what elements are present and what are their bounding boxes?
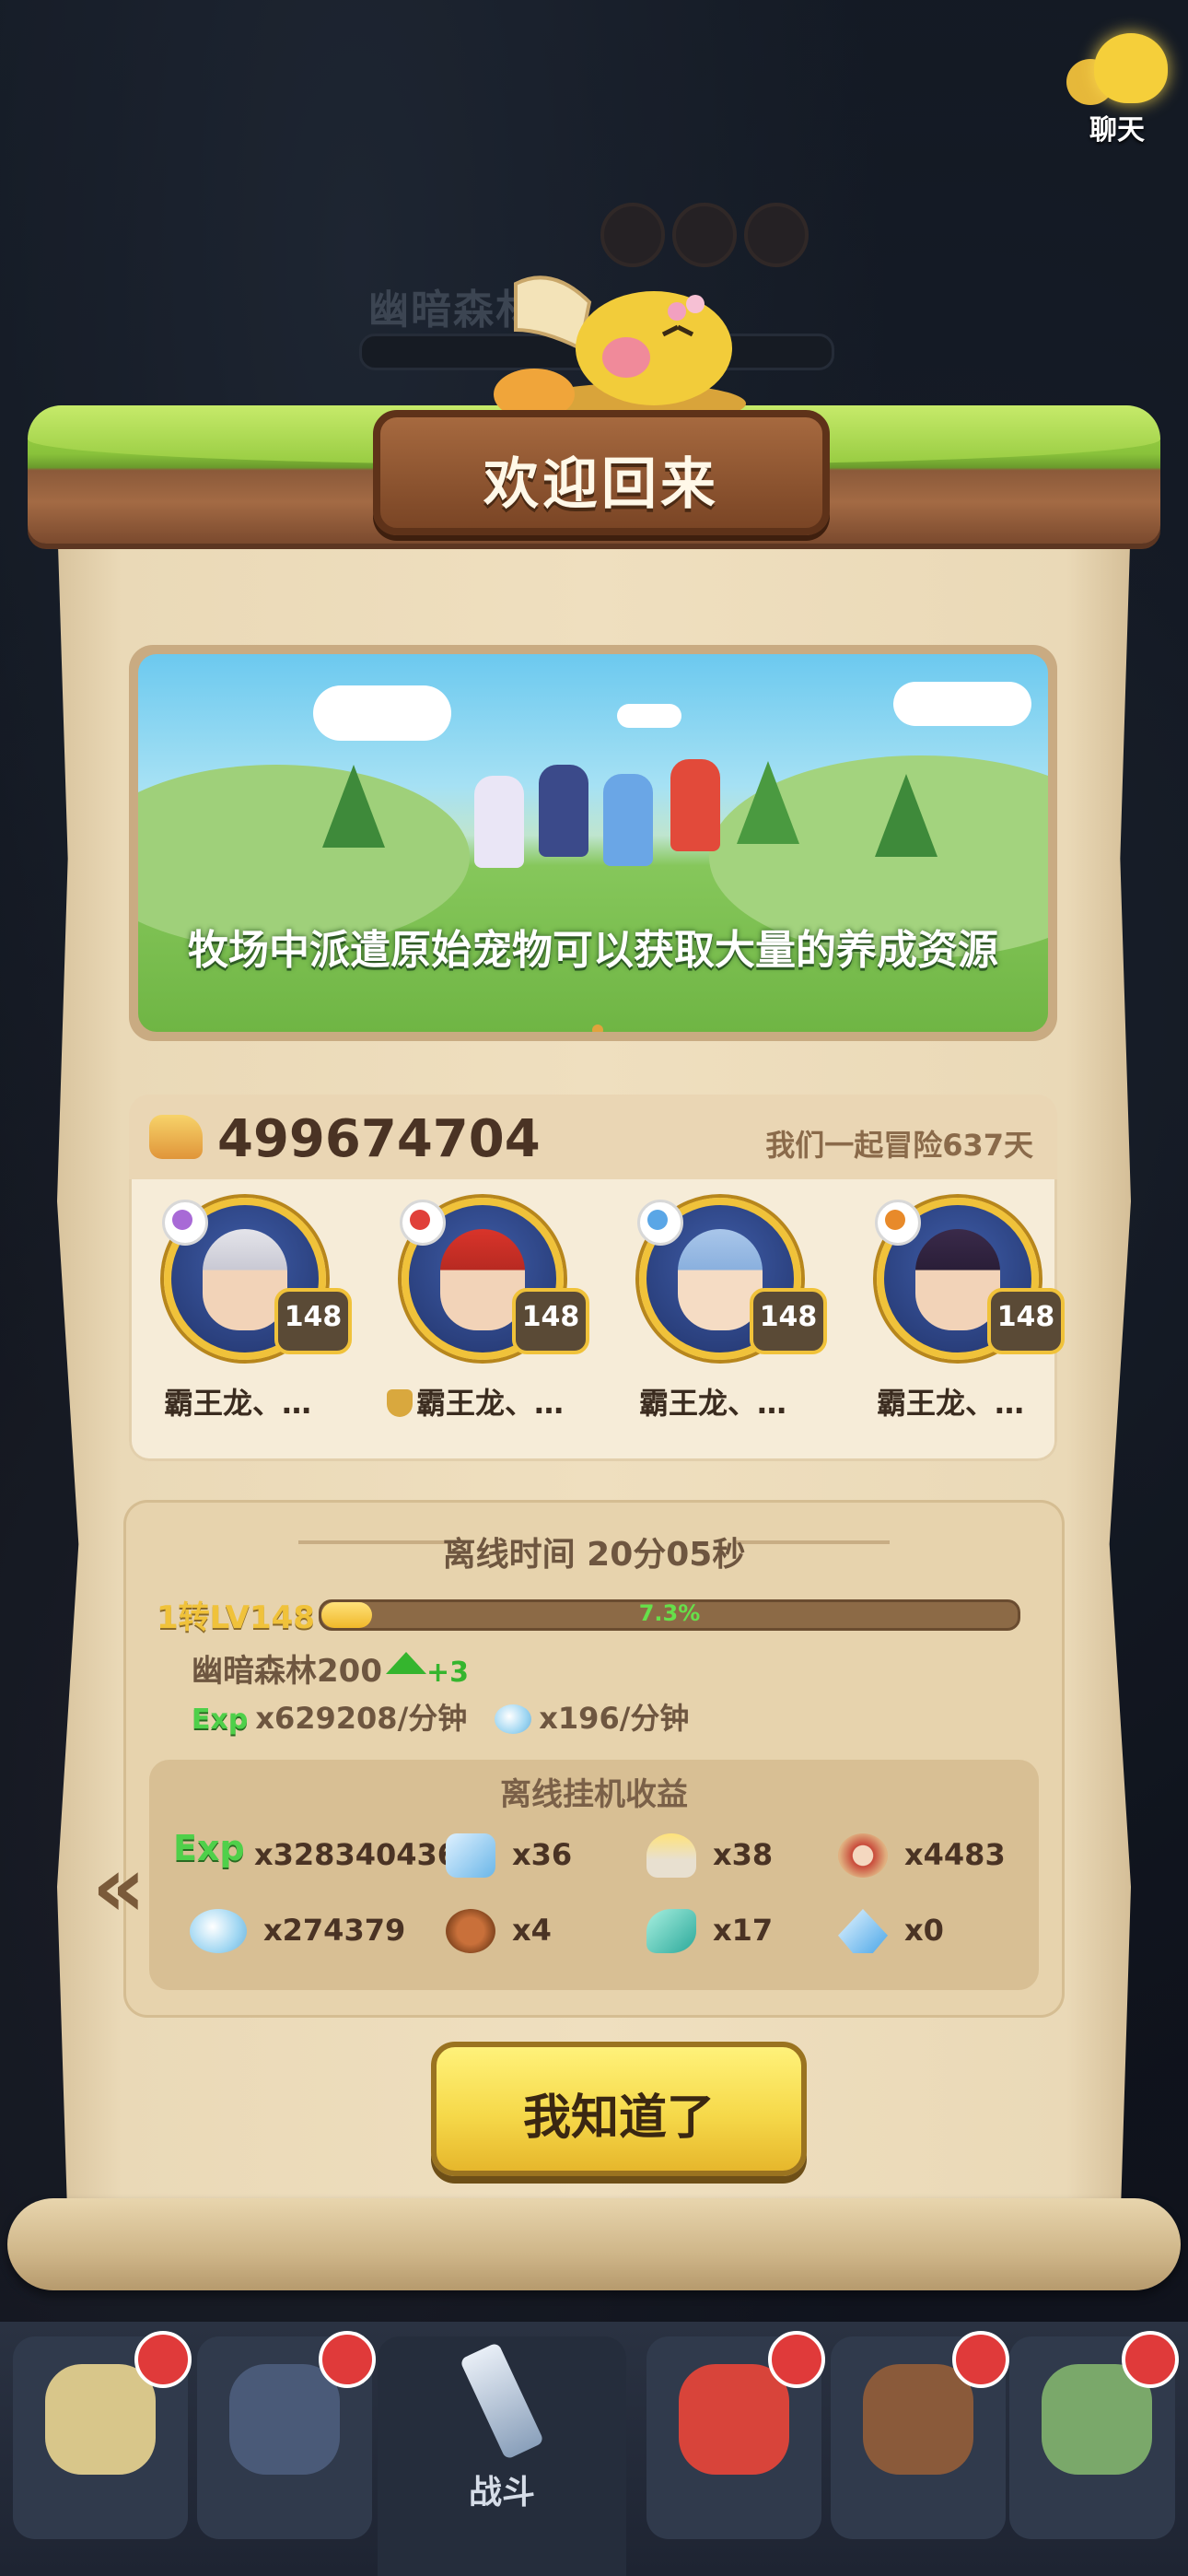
stage-line: 幽暗森林200 +3	[192, 1645, 469, 1691]
alert-bell-icon	[952, 2331, 1009, 2388]
tip-banner[interactable]: 牧场中派遣原始宠物可以获取大量的养成资源	[129, 645, 1057, 1041]
gem-icon	[190, 1909, 247, 1953]
rewards-title: 离线挂机收益	[500, 1776, 688, 1813]
bear-merchant-icon	[863, 2364, 973, 2475]
reward-amount: x0	[904, 1913, 944, 1948]
card-pack-icon	[446, 1833, 495, 1878]
hero-level-badge: 148	[274, 1288, 352, 1354]
hero-slot[interactable]: 148 霸王龙、…	[849, 1198, 1065, 1446]
offline-time: 离线时间 20分05秒	[442, 1536, 746, 1574]
reward-amount: x38	[713, 1837, 774, 1872]
chat-label: 聊天	[1089, 114, 1145, 146]
reward-amount: x4	[512, 1913, 552, 1948]
level-progress-bar: 7.3%	[319, 1599, 1020, 1631]
team-power: 499674704	[217, 1109, 541, 1169]
player-level: 1转LV148	[157, 1599, 315, 1636]
collapse-arrow-icon[interactable]: «	[92, 1839, 146, 1936]
banner-page-dot	[592, 1025, 603, 1032]
hero-name: 霸王龙、…	[163, 1386, 311, 1421]
red-creature-icon	[679, 2364, 789, 2475]
sword-icon	[459, 2341, 545, 2461]
blue-crystal-icon	[838, 1909, 888, 1953]
chat-face-icon	[1094, 33, 1168, 103]
hero-slot[interactable]: 148 霸王龙、…	[136, 1198, 352, 1446]
tip-banner-image: 牧场中派遣原始宠物可以获取大量的养成资源	[138, 654, 1048, 1032]
reward-amount: x274379	[263, 1913, 406, 1948]
alert-bell-icon	[768, 2331, 825, 2388]
hero-name: 霸王龙、…	[876, 1386, 1024, 1421]
medal-icon	[838, 1833, 888, 1878]
chat-button[interactable]: 聊天	[1057, 28, 1177, 147]
nav-item-pets[interactable]	[13, 2331, 192, 2539]
alert-bell-icon	[1122, 2331, 1179, 2388]
reward-amount: x36	[512, 1837, 573, 1872]
hero-level-badge: 148	[512, 1288, 589, 1354]
nav-fight-label: 战斗	[468, 2474, 535, 2512]
rate-line: Exp x629208/分钟 x196/分钟	[192, 1695, 689, 1738]
rewards-box: 离线挂机收益 Exp x328340436 x36 x38 x4483 x274…	[149, 1760, 1039, 1990]
water-element-icon	[637, 1200, 683, 1246]
nav-item-guild[interactable]	[1009, 2331, 1179, 2539]
nav-item-shop[interactable]	[831, 2331, 1009, 2539]
reward-amount: x4483	[904, 1837, 1006, 1872]
dialog-title: 欢迎回来	[483, 452, 719, 517]
gem-rate: x196/分钟	[539, 1701, 690, 1736]
level-progress-text: 7.3%	[638, 1600, 701, 1626]
hero-name: 霸王龙、…	[638, 1386, 786, 1421]
horn-bird-mascot-icon	[494, 275, 746, 422]
title-plate: 欢迎回来	[373, 410, 830, 535]
hero-name: 霸王龙、…	[374, 1380, 577, 1423]
hero-level-badge: 148	[750, 1288, 827, 1354]
banner-tip-text: 牧场中派遣原始宠物可以获取大量的养成资源	[188, 927, 998, 974]
stage-text: 幽暗森林200	[192, 1653, 382, 1690]
fire-element-icon	[400, 1200, 446, 1246]
hero-slot[interactable]: 148 霸王龙、…	[611, 1198, 827, 1446]
nav-item-summon[interactable]	[646, 2331, 825, 2539]
stage-bonus: +3	[425, 1657, 469, 1689]
nav-item-fight[interactable]: 战斗	[378, 2336, 626, 2576]
confirm-button-label: 我知道了	[522, 2090, 715, 2146]
scroll-bottom-roll	[7, 2198, 1181, 2290]
up-arrow-icon	[385, 1652, 426, 1674]
hero-avatar-icon	[229, 2364, 340, 2475]
reward-amount: x17	[713, 1913, 774, 1948]
hero-slot[interactable]: 148 霸王龙、…	[374, 1198, 589, 1446]
banner-character	[539, 765, 588, 857]
alert-bell-icon	[319, 2331, 376, 2388]
banner-character	[474, 776, 524, 868]
banner-character	[670, 759, 720, 851]
adventure-days: 我们一起冒险637天	[765, 1128, 1033, 1163]
team-panel: 499674704 我们一起冒险637天 148 霸王龙、… 148 霸王龙、……	[129, 1095, 1065, 1461]
nav-item-heroes[interactable]	[197, 2331, 376, 2539]
green-crystal-icon	[646, 1909, 696, 1953]
reward-amount: x328340436	[254, 1837, 459, 1872]
gem-icon	[495, 1704, 532, 1734]
exp-icon: Exp	[192, 1704, 249, 1736]
exp-rate: x629208/分钟	[255, 1701, 468, 1736]
team-header: 499674704 我们一起冒险637天	[129, 1095, 1057, 1179]
flame-stone-icon	[646, 1833, 696, 1878]
offline-panel: 离线时间 20分05秒 1转LV148 7.3% 幽暗森林200 +3 Exp x6…	[123, 1500, 1065, 2018]
alert-bell-icon	[134, 2331, 192, 2388]
banner-character	[603, 774, 653, 866]
exp-icon: Exp	[173, 1828, 245, 1868]
caveman-icon	[45, 2364, 156, 2475]
wind-element-icon	[162, 1200, 208, 1246]
meat-icon	[446, 1909, 495, 1953]
thunder-element-icon	[875, 1200, 921, 1246]
leader-shield-icon	[386, 1389, 413, 1417]
confirm-button[interactable]: 我知道了	[431, 2042, 807, 2176]
power-muscle-icon	[149, 1115, 203, 1159]
hero-level-badge: 148	[987, 1288, 1065, 1354]
